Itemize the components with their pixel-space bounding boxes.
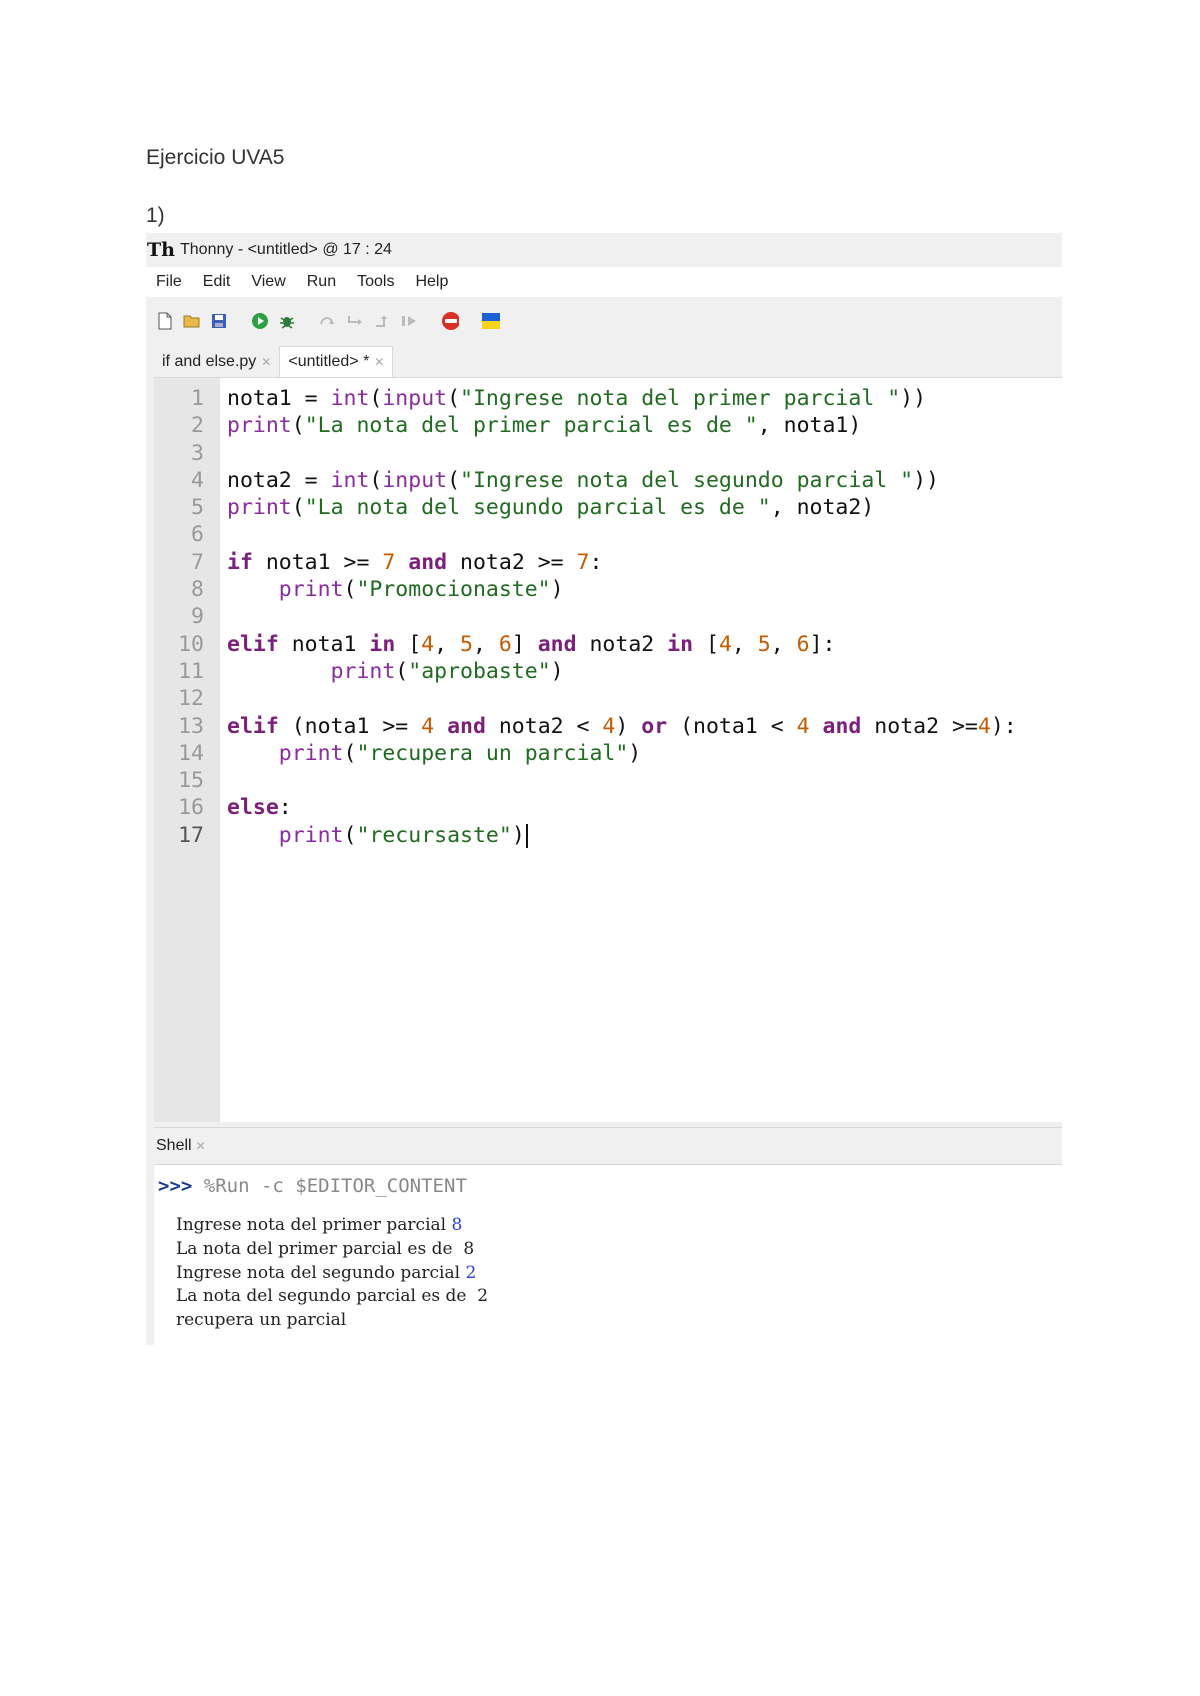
line-number: 3 bbox=[191, 440, 204, 466]
line-number: 12 bbox=[178, 686, 204, 712]
tab-label: <untitled> * bbox=[288, 353, 370, 370]
debug-icon[interactable] bbox=[278, 312, 296, 330]
title-bar: Th Thonny - <untitled> @ 17 : 24 bbox=[146, 233, 1062, 267]
shell-panel[interactable]: >>> %Run -c $EDITOR_CONTENT Ingrese nota… bbox=[154, 1164, 1062, 1346]
code-text: elif nota1 in [4, 5, 6] and nota2 in [4,… bbox=[227, 631, 836, 657]
close-icon[interactable]: ✕ bbox=[261, 355, 271, 369]
shell-output-line: La nota del segundo parcial es de 2 bbox=[176, 1286, 489, 1307]
shell-output-line: Ingrese nota del primer parcial 8 bbox=[176, 1215, 463, 1235]
user-input-value: 2 bbox=[465, 1262, 477, 1283]
line-number: 11 bbox=[178, 658, 204, 684]
shell-prompt: >>> bbox=[158, 1175, 193, 1197]
code-line: 8 print("Promocionaste") bbox=[154, 576, 1062, 603]
code-text: if nota1 >= 7 and nota2 >= 7: bbox=[227, 549, 603, 575]
close-icon[interactable]: ✕ bbox=[196, 1139, 206, 1153]
line-number: 4 bbox=[191, 467, 204, 493]
step-out-icon[interactable] bbox=[373, 312, 391, 330]
new-file-icon[interactable] bbox=[156, 312, 174, 330]
code-text: elif (nota1 >= 4 and nota2 < 4) or (nota… bbox=[227, 713, 1017, 739]
stop-icon[interactable] bbox=[441, 312, 459, 330]
step-over-icon[interactable] bbox=[319, 312, 337, 330]
line-number: 17 bbox=[178, 822, 204, 848]
menu-bar: File Edit View Run Tools Help bbox=[146, 267, 1062, 297]
code-line: 3 bbox=[154, 440, 1062, 467]
code-line: 1 nota1 = int(input("Ingrese nota del pri… bbox=[154, 385, 1062, 412]
code-line: 10 elif nota1 in [4, 5, 6] and nota2 in [… bbox=[154, 631, 1062, 658]
line-number: 6 bbox=[191, 522, 204, 548]
line-number: 8 bbox=[191, 577, 204, 603]
code-line: 6 bbox=[154, 521, 1062, 548]
resume-icon[interactable] bbox=[400, 312, 418, 330]
code-text: print("La nota del primer parcial es de … bbox=[227, 413, 862, 439]
shell-output-line: Ingrese nota del segundo parcial 2 bbox=[176, 1262, 477, 1283]
code-text: print("La nota del segundo parcial es de… bbox=[227, 495, 875, 521]
code-line: 5 print("La nota del segundo parcial es d… bbox=[154, 494, 1062, 521]
code-line: 17 print("recursaste") bbox=[154, 822, 1062, 849]
menu-tools[interactable]: Tools bbox=[357, 273, 394, 291]
line-number: 10 bbox=[178, 631, 204, 657]
window-title: Thonny - <untitled> @ 17 : 24 bbox=[180, 241, 392, 258]
save-file-icon[interactable] bbox=[210, 312, 228, 330]
step-into-icon[interactable] bbox=[346, 312, 364, 330]
code-lines: 1 nota1 = int(input("Ingrese nota del pri… bbox=[154, 385, 1062, 849]
code-editor[interactable]: 1 nota1 = int(input("Ingrese nota del pri… bbox=[154, 377, 1062, 1122]
line-number: 1 bbox=[191, 386, 204, 411]
menu-run[interactable]: Run bbox=[307, 273, 336, 291]
line-number: 5 bbox=[191, 495, 204, 521]
code-text: nota2 = int(input("Ingrese nota del segu… bbox=[227, 467, 939, 493]
thonny-logo-icon: Th bbox=[147, 239, 175, 261]
editor-tabs: if and else.py ✕ <untitled> * ✕ bbox=[146, 345, 1062, 377]
exercise-number: 1) bbox=[146, 204, 165, 227]
menu-help[interactable]: Help bbox=[415, 273, 448, 291]
code-line: 14 print("recupera un parcial") bbox=[154, 740, 1062, 767]
thonny-window: Th Thonny - <untitled> @ 17 : 24 File Ed… bbox=[146, 233, 1062, 1346]
line-number: 15 bbox=[178, 768, 204, 794]
code-line: 12 bbox=[154, 685, 1062, 712]
toolbar bbox=[146, 297, 1062, 345]
open-file-icon[interactable] bbox=[183, 312, 201, 330]
tab-untitled[interactable]: <untitled> * ✕ bbox=[279, 346, 394, 377]
code-line: 16 else: bbox=[154, 794, 1062, 821]
code-text: print("recupera un parcial") bbox=[278, 740, 642, 766]
code-line: 11 print("aprobaste") bbox=[154, 658, 1062, 685]
run-icon[interactable] bbox=[251, 312, 269, 330]
shell-tab-bar: Shell ✕ bbox=[154, 1127, 1062, 1164]
code-text: nota1 = int(input("Ingrese nota del prim… bbox=[227, 386, 927, 411]
document-title: Ejercicio UVA5 bbox=[146, 146, 285, 169]
menu-edit[interactable]: Edit bbox=[203, 273, 231, 291]
code-text: print("recursaste") bbox=[220, 822, 528, 849]
close-icon[interactable]: ✕ bbox=[374, 355, 384, 369]
tab-if-and-else[interactable]: if and else.py ✕ bbox=[154, 347, 280, 377]
shell-command-line: >>> %Run -c $EDITOR_CONTENT bbox=[158, 1175, 467, 1197]
line-number: 16 bbox=[178, 795, 204, 821]
code-line: 9 bbox=[154, 603, 1062, 630]
code-text: print("aprobaste") bbox=[330, 658, 564, 684]
menu-view[interactable]: View bbox=[251, 273, 285, 291]
line-number: 13 bbox=[178, 713, 204, 739]
code-line: 7 if nota1 >= 7 and nota2 >= 7: bbox=[154, 549, 1062, 576]
shell-output: Ingrese nota del primer parcial 8 La nota… bbox=[176, 1214, 488, 1333]
tab-label: if and else.py bbox=[162, 353, 257, 370]
tab-shell[interactable]: Shell bbox=[154, 1137, 192, 1155]
shell-output-line: recupera un parcial bbox=[176, 1310, 347, 1331]
shell-output-line: La nota del primer parcial es de 8 bbox=[176, 1238, 475, 1259]
code-text: else: bbox=[227, 795, 292, 821]
code-line: 13 elif (nota1 >= 4 and nota2 < 4) or (no… bbox=[154, 713, 1062, 740]
text-cursor bbox=[525, 823, 528, 848]
line-number: 2 bbox=[191, 413, 204, 439]
line-number: 9 bbox=[191, 604, 204, 630]
code-text: print("Promocionaste") bbox=[278, 577, 564, 603]
user-input-value: 8 bbox=[451, 1215, 463, 1235]
ukraine-flag-icon[interactable] bbox=[482, 312, 500, 330]
shell-command: %Run -c $EDITOR_CONTENT bbox=[203, 1175, 467, 1197]
line-number: 7 bbox=[191, 549, 204, 575]
code-line: 2 print("La nota del primer parcial es de… bbox=[154, 412, 1062, 439]
code-line: 15 bbox=[154, 767, 1062, 794]
line-number: 14 bbox=[178, 740, 204, 766]
menu-file[interactable]: File bbox=[156, 273, 182, 291]
code-line: 4 nota2 = int(input("Ingrese nota del seg… bbox=[154, 467, 1062, 494]
